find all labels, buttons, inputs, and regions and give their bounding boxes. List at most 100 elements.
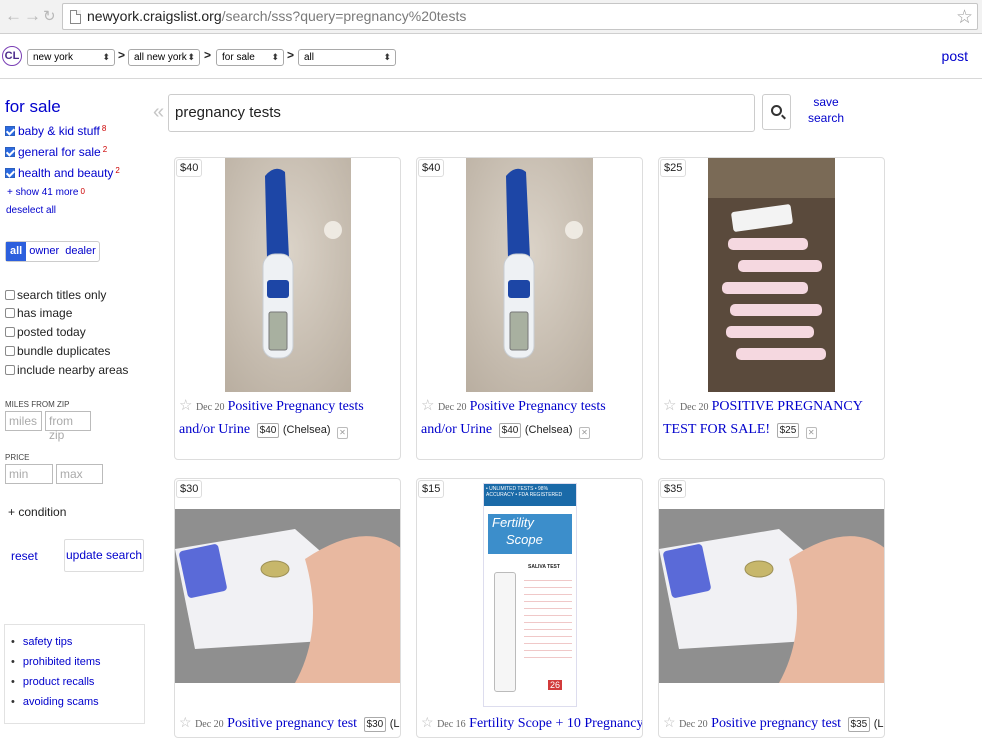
listing-title-link[interactable]: Fertility Scope + 10 Pregnancy test	[469, 716, 642, 731]
reset-link[interactable]: reset	[11, 549, 38, 563]
hide-posting-icon[interactable]: ✕	[805, 427, 817, 439]
listing-info: ☆ Dec 20 Positive pregnancy test $35 (Lo…	[663, 715, 884, 732]
post-date: Dec 20	[195, 719, 224, 730]
result-card[interactable]: $25 ☆ Dec 20 POSITIVE PREGNANCY TEST FOR …	[658, 157, 885, 460]
favorite-star-icon[interactable]: ☆	[179, 398, 192, 414]
prohibited-items-link[interactable]: prohibited items	[11, 652, 144, 672]
search-input[interactable]: pregnancy tests	[168, 94, 755, 132]
post-date: Dec 20	[437, 402, 467, 413]
checkbox-checked[interactable]	[5, 168, 15, 178]
price-tag: $40	[418, 159, 445, 177]
update-search-button[interactable]: update search	[64, 539, 144, 572]
option-titles-only[interactable]: search titles only	[5, 288, 106, 302]
seller-dealer-button[interactable]: dealer	[62, 242, 99, 261]
craigslist-logo[interactable]: CL	[2, 46, 22, 66]
listing-title-link[interactable]: Positive pregnancy test	[711, 716, 841, 731]
listing-info: ☆ Dec 20 POSITIVE PREGNANCY TEST FOR SALE…	[663, 395, 881, 441]
option-has-image[interactable]: has image	[5, 306, 72, 320]
box-subtitle: SALIVA TEST	[528, 564, 560, 570]
listing-title-link[interactable]: Positive pregnancy test	[227, 716, 357, 731]
listing-info: ☆ Dec 16 Fertility Scope + 10 Pregnancy …	[421, 715, 642, 732]
select-arrow-icon: ⬍	[187, 52, 195, 62]
miles-input[interactable]: miles	[5, 411, 42, 431]
crumb-subcategory-select[interactable]: all ⬍	[298, 49, 396, 66]
device-image	[494, 572, 516, 692]
search-button[interactable]	[762, 94, 791, 130]
price-tag: $40	[176, 159, 203, 177]
forward-arrow-icon[interactable]: →	[24, 6, 41, 26]
crumb-separator: >	[287, 48, 295, 62]
subcategory-baby[interactable]: baby & kid stuff 8	[5, 124, 106, 138]
favorite-star-icon[interactable]: ☆	[421, 716, 434, 731]
seller-all-button[interactable]: all	[6, 242, 27, 261]
deselect-all-link[interactable]: deselect all	[6, 205, 56, 216]
price-tag: $35	[660, 480, 687, 498]
listing-photo[interactable]	[708, 158, 835, 392]
seller-owner-button[interactable]: owner	[26, 242, 62, 261]
category-title[interactable]: for sale	[5, 97, 61, 117]
product-recalls-link[interactable]: product recalls	[11, 672, 144, 692]
zip-input[interactable]: from zip	[45, 411, 91, 442]
address-bar[interactable]: newyork.craigslist.org/search/sss?query=…	[62, 3, 978, 30]
box-count: 26	[548, 680, 563, 690]
result-card[interactable]: $35 ☆ Dec 20 Positive pregnancy test $35…	[658, 478, 885, 738]
url-text[interactable]: newyork.craigslist.org/search/sss?query=…	[87, 8, 466, 24]
price-tag: $25	[660, 159, 687, 177]
collapse-sidebar-icon[interactable]: «	[153, 101, 164, 124]
checkbox-checked[interactable]	[5, 126, 15, 136]
post-date: Dec 20	[679, 719, 708, 730]
option-nearby-areas[interactable]: include nearby areas	[5, 363, 128, 377]
bookmark-star-icon[interactable]: ☆	[956, 6, 973, 29]
listing-photo[interactable]	[225, 158, 351, 392]
price-badge: $25	[776, 423, 800, 438]
favorite-star-icon[interactable]: ☆	[421, 398, 434, 414]
box-banner: • UNLIMITED TESTS • 98% ACCURACY • FDA R…	[484, 484, 576, 506]
hide-posting-icon[interactable]: ✕	[337, 427, 349, 439]
favorite-star-icon[interactable]: ☆	[179, 716, 192, 731]
avoiding-scams-link[interactable]: avoiding scams	[11, 692, 144, 712]
listing-photo[interactable]: • UNLIMITED TESTS • 98% ACCURACY • FDA R…	[481, 479, 579, 713]
checkbox[interactable]	[5, 327, 15, 337]
show-more-link[interactable]: + show 41 more 0	[7, 187, 85, 198]
subcategory-health[interactable]: health and beauty 2	[5, 166, 120, 180]
result-card[interactable]: $15 • UNLIMITED TESTS • 98% ACCURACY • F…	[416, 478, 643, 738]
result-card[interactable]: $40 ☆ Dec 20 Positive Pregnancy tests and…	[416, 157, 643, 460]
listing-photo[interactable]	[466, 158, 593, 392]
checkbox[interactable]	[5, 308, 15, 318]
checkbox-checked[interactable]	[5, 147, 15, 157]
post-link[interactable]: post	[942, 48, 968, 64]
checkbox[interactable]	[5, 290, 15, 300]
checkbox[interactable]	[5, 365, 15, 375]
favorite-star-icon[interactable]: ☆	[663, 716, 676, 731]
result-card[interactable]: $30 ☆ Dec 20 Positive pregnancy test $30…	[174, 478, 401, 738]
miles-label: MILES FROM ZIP	[5, 400, 70, 409]
back-arrow-icon[interactable]: ←	[5, 6, 22, 26]
crumb-category-select[interactable]: for sale ⬍	[216, 49, 284, 66]
listing-photo[interactable]	[659, 509, 884, 683]
page-icon	[70, 10, 81, 24]
listing-info: ☆ Dec 20 Positive pregnancy test $30 (Lo…	[179, 715, 400, 732]
safety-tips-link[interactable]: safety tips	[11, 632, 144, 652]
max-price-input[interactable]: max	[56, 464, 103, 484]
reload-icon[interactable]: ↻	[43, 7, 56, 25]
save-search-link[interactable]: save search	[808, 94, 844, 126]
min-price-input[interactable]: min	[5, 464, 53, 484]
checkbox[interactable]	[5, 346, 15, 356]
price-badge: $40	[498, 423, 522, 438]
favorite-star-icon[interactable]: ☆	[663, 398, 676, 414]
browser-toolbar: ← → ↻ newyork.craigslist.org/search/sss?…	[0, 0, 982, 34]
hide-posting-icon[interactable]: ✕	[579, 427, 591, 439]
condition-expander[interactable]: + condition	[8, 505, 66, 519]
result-card[interactable]: $40 ☆ Dec 20 Positive Pregnancy tests and…	[174, 157, 401, 460]
crumb-separator: >	[118, 48, 126, 62]
subcategory-general[interactable]: general for sale 2	[5, 145, 107, 159]
box-brand: Fertility Scope	[488, 514, 572, 554]
select-arrow-icon: ⬍	[102, 52, 110, 62]
listing-photo[interactable]	[175, 509, 400, 683]
crumb-region-select[interactable]: new york ⬍	[27, 49, 115, 66]
option-posted-today[interactable]: posted today	[5, 325, 86, 339]
craigslist-header: CL new york ⬍ > all new york ⬍ > for sale ⬍…	[0, 35, 982, 79]
price-tag: $30	[176, 480, 203, 498]
option-bundle-duplicates[interactable]: bundle duplicates	[5, 344, 110, 358]
crumb-subregion-select[interactable]: all new york ⬍	[128, 49, 200, 66]
